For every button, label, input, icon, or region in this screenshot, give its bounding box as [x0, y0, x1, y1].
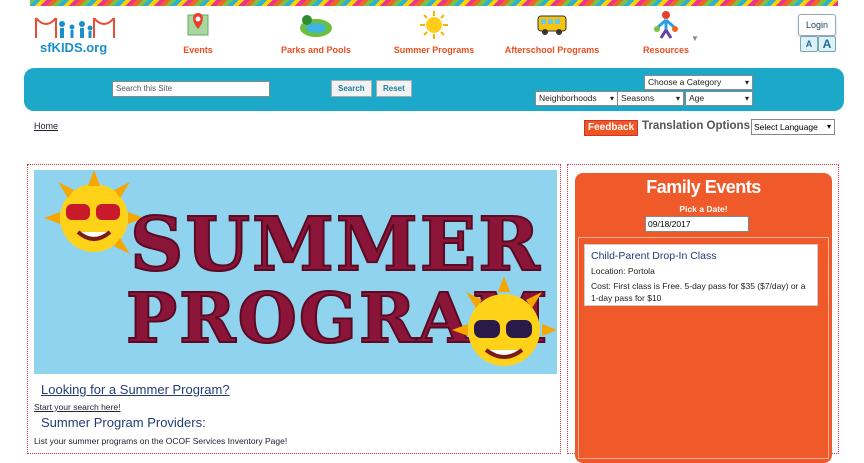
pick-date-label: Pick a Date!: [679, 204, 728, 214]
providers-heading: Summer Program Providers:: [41, 415, 206, 430]
chevron-down-icon[interactable]: ▼: [691, 34, 699, 43]
font-size-large-button[interactable]: A: [818, 36, 836, 52]
event-location: Location: Portola: [591, 266, 655, 276]
summer-program-banner[interactable]: SUMMER PROGRAM: [34, 170, 557, 374]
nav-parks-pools[interactable]: Parks and Pools: [261, 10, 371, 55]
map-pin-icon: [143, 10, 253, 40]
nav-parks-label: Parks and Pools: [280, 45, 352, 55]
nav-summer-programs[interactable]: Summer Programs: [379, 10, 489, 55]
translation-label: Translation Options: [642, 120, 750, 132]
banner-line1: SUMMER: [130, 202, 542, 288]
font-size-small-button[interactable]: A: [800, 36, 818, 52]
neighborhoods-select[interactable]: Neighborhoods: [535, 91, 618, 106]
people-icon: [611, 10, 721, 40]
category-select[interactable]: Choose a Category: [644, 75, 753, 90]
summer-program-link[interactable]: Looking for a Summer Program?: [41, 382, 230, 397]
nav-events[interactable]: Events: [143, 10, 253, 55]
event-title[interactable]: Child-Parent Drop-In Class: [591, 250, 811, 262]
nav-events-label: Events: [183, 45, 213, 55]
language-select[interactable]: Select Language: [751, 119, 835, 135]
family-events-title: Family Events: [646, 177, 761, 197]
sun-icon: [379, 10, 489, 40]
nav-afterschool-label: Afterschool Programs: [504, 45, 600, 55]
login-button[interactable]: Login: [798, 14, 836, 36]
nav-resources[interactable]: Resources: [611, 10, 721, 55]
date-input[interactable]: 09/18/2017: [645, 216, 749, 232]
search-button[interactable]: Search: [331, 80, 372, 97]
rainbow-stripe: [30, 0, 838, 6]
logo-text[interactable]: sfKIDS.org: [40, 40, 107, 55]
age-select[interactable]: Age: [685, 91, 753, 106]
nav-summer-label: Summer Programs: [393, 45, 475, 55]
feedback-button[interactable]: Feedback: [584, 120, 639, 136]
park-pool-icon: [261, 10, 371, 40]
event-card[interactable]: Child-Parent Drop-In Class Location: Por…: [584, 244, 818, 306]
seasons-select[interactable]: Seasons: [617, 91, 684, 106]
nav-afterschool[interactable]: Afterschool Programs: [497, 10, 607, 55]
start-search-link[interactable]: Start your search here!: [34, 402, 120, 412]
school-bus-icon: [497, 10, 607, 40]
providers-text: List your summer programs on the OCOF Se…: [34, 436, 288, 446]
event-cost: Cost: First class is Free. 5-day pass fo…: [591, 281, 806, 303]
reset-button[interactable]: Reset: [376, 80, 412, 97]
nav-resources-label: Resources: [642, 45, 690, 55]
search-input[interactable]: Search this Site: [112, 81, 270, 97]
breadcrumb-home[interactable]: Home: [34, 121, 58, 131]
